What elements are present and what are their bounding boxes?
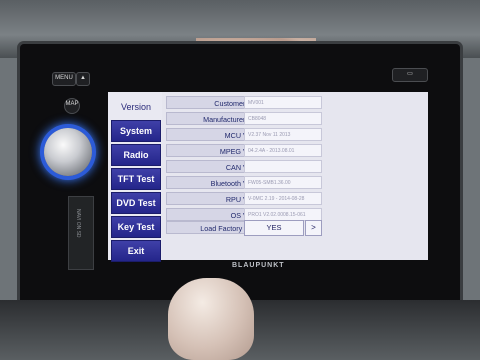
side-menu: Version System Radio TFT Test DVD Test K… (108, 92, 162, 262)
menu-version[interactable]: Version (111, 96, 161, 118)
factory-default-yes-button[interactable]: YES (244, 220, 304, 236)
menu-exit[interactable]: Exit (111, 240, 161, 262)
mcu-version-value: V2.37 Nov 11 2013 (244, 128, 322, 141)
menu-button[interactable]: MENU (52, 72, 76, 86)
bluetooth-version-value: FW05-SMB1.36.00 (244, 176, 322, 189)
menu-system[interactable]: System (111, 120, 161, 142)
screen-toggle-button[interactable]: ▭ (392, 68, 428, 82)
menu-tft-test[interactable]: TFT Test (111, 168, 161, 190)
rpu-version-value: V-0MC 2.19 - 2014-08-28 (244, 192, 322, 205)
mpeg-version-value: 04.2.4A - 2013.08.01 (244, 144, 322, 157)
volume-knob[interactable] (44, 128, 92, 176)
slot-label: NAVI ON SD (75, 209, 81, 238)
sd-slot: NAVI ON SD (68, 196, 94, 270)
menu-dvd-test[interactable]: DVD Test (111, 192, 161, 214)
manufacturer-model-value: CB8048 (244, 112, 322, 125)
brand-logo: BLAUPUNKT (232, 262, 285, 269)
finger-bottom (168, 278, 254, 360)
menu-radio[interactable]: Radio (111, 144, 161, 166)
menu-key-test[interactable]: Key Test (111, 216, 161, 238)
can-version-value (244, 160, 322, 173)
eject-button[interactable]: ▲ (76, 72, 90, 86)
customer-model-value: MV001 (244, 96, 322, 109)
factory-default-arrow-button[interactable]: > (305, 220, 322, 236)
map-button[interactable]: MAP (64, 98, 80, 114)
diagnostics-screen: Version System Radio TFT Test DVD Test K… (108, 92, 428, 262)
